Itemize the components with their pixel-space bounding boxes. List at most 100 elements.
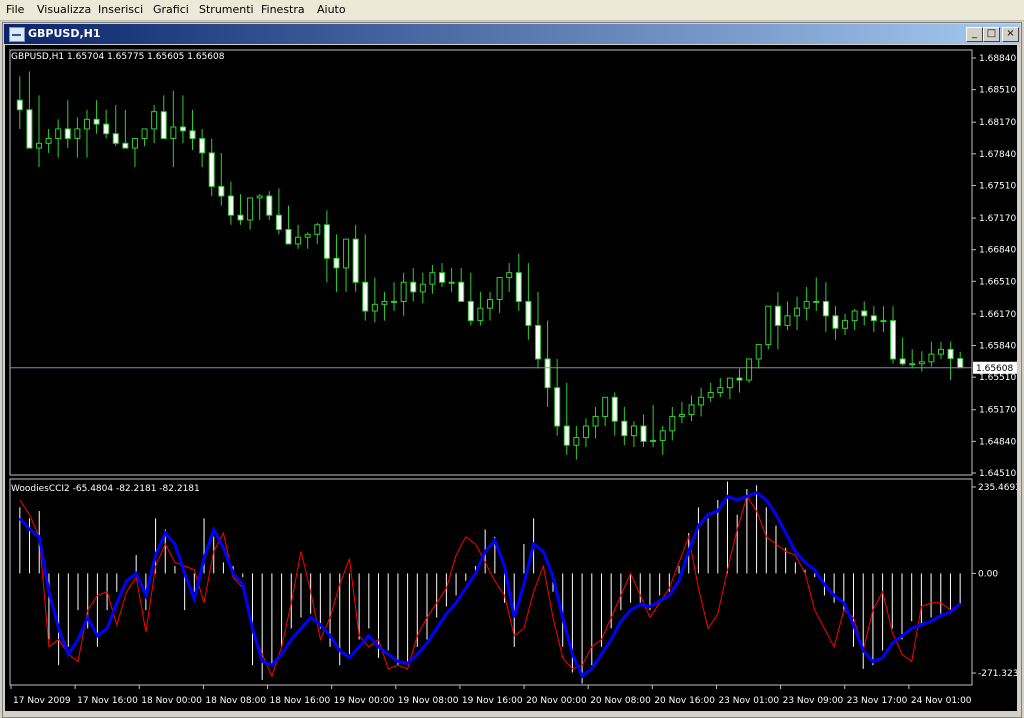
menu-finestra[interactable]: Finestra xyxy=(261,3,305,16)
candle-body xyxy=(851,310,858,322)
candle-body xyxy=(439,272,446,283)
candle-body xyxy=(582,425,589,439)
candle-body xyxy=(160,111,167,140)
candle-body xyxy=(122,142,129,149)
cci-slow-line xyxy=(18,491,962,679)
candle-body xyxy=(93,118,100,125)
candle-body xyxy=(458,281,465,302)
candle-body xyxy=(506,272,513,278)
minimize-button[interactable]: _ xyxy=(966,27,983,42)
candle-body xyxy=(237,214,244,221)
candle-body xyxy=(611,396,618,422)
candle-body xyxy=(669,415,676,432)
candle-body xyxy=(256,195,263,199)
chart-area[interactable]: 1.68840 1.68510 1.68170 1.67840 1.67510 1.671… xyxy=(5,45,1021,711)
maximize-button[interactable]: □ xyxy=(983,27,1000,42)
candle-body xyxy=(698,396,705,406)
candle-body xyxy=(314,224,321,235)
candle-body xyxy=(842,320,849,329)
indicator-axis-label: 235.4693 xyxy=(978,483,1017,493)
price-axis-label: 1.68170 xyxy=(979,118,1016,128)
candle-body xyxy=(707,391,714,398)
candle-body xyxy=(717,387,724,393)
candle-body xyxy=(861,310,868,317)
time-axis-label: 20 Nov 16:00 xyxy=(654,696,715,706)
chart-svg[interactable]: 1.68840 1.68510 1.68170 1.67840 1.67510 1.671… xyxy=(5,45,1021,711)
candle-body xyxy=(323,224,330,259)
time-axis-label: 23 Nov 17:00 xyxy=(847,696,908,706)
candle-body xyxy=(678,414,685,417)
candle-body xyxy=(515,272,522,302)
window-title: GBPUSD,H1 xyxy=(28,27,101,40)
price-axis-label: 1.67510 xyxy=(979,181,1016,191)
candle-body xyxy=(659,430,666,441)
time-axis-label: 23 Nov 09:00 xyxy=(783,696,844,706)
indicator-label: WoodiesCCI2 -65.4804 -82.2181 -82.2181 xyxy=(11,484,200,494)
time-axis-label: 24 Nov 01:00 xyxy=(911,696,972,706)
candle-body xyxy=(602,396,609,417)
candle-body xyxy=(909,363,916,366)
candle-body xyxy=(429,272,436,285)
candle-body xyxy=(563,425,570,446)
candle-body xyxy=(103,123,110,135)
price-axis-label: 1.65840 xyxy=(979,342,1016,352)
time-axis-label: 23 Nov 01:00 xyxy=(718,696,779,706)
price-axis-label: 1.64840 xyxy=(979,437,1016,447)
candle-body xyxy=(640,425,647,442)
time-axis-label: 18 Nov 08:00 xyxy=(205,696,266,706)
candle-body xyxy=(554,387,561,427)
price-axis-label: 1.66170 xyxy=(979,310,1016,320)
candle-body xyxy=(151,111,158,130)
candle-body xyxy=(362,281,369,312)
time-axis-label: 20 Nov 00:00 xyxy=(526,696,587,706)
candle-body xyxy=(131,138,138,149)
candle-body xyxy=(746,358,753,381)
close-button[interactable]: × xyxy=(1002,27,1019,42)
menu-grafici[interactable]: Grafici xyxy=(153,3,189,16)
candle-body xyxy=(774,305,781,326)
candle-body xyxy=(410,281,417,293)
candle-body xyxy=(688,404,695,416)
menu-aiuto[interactable]: Aiuto xyxy=(317,3,346,16)
candle-body xyxy=(247,197,254,221)
indicator-axis-label: 0.00 xyxy=(978,569,998,579)
menu-strumenti[interactable]: Strumenti xyxy=(199,3,254,16)
candle-body xyxy=(26,109,33,149)
candle-body xyxy=(371,303,378,312)
candle-body xyxy=(295,236,302,245)
candle-body xyxy=(496,276,503,301)
menu-file[interactable]: File xyxy=(6,3,24,16)
price-axis-label: 1.64510 xyxy=(979,469,1016,479)
window-titlebar[interactable]: GBPUSD,H1 _ □ × xyxy=(4,24,1020,44)
candle-body xyxy=(400,281,407,302)
time-axis-label: 19 Nov 16:00 xyxy=(462,696,523,706)
candle-body xyxy=(928,353,935,363)
candle-body xyxy=(64,128,71,140)
symbol-ohlc-label: GBPUSD,H1 1.65704 1.65775 1.65605 1.6560… xyxy=(11,52,225,62)
menu-inserisci[interactable]: Inserisci xyxy=(98,3,143,16)
time-axis-label: 17 Nov 2009 xyxy=(13,696,71,706)
candle-body xyxy=(189,130,196,140)
candle-body xyxy=(650,439,657,442)
candle-body xyxy=(477,307,484,322)
candle-body xyxy=(391,300,398,303)
candle-body xyxy=(755,344,762,360)
indicator-axis-label: -271.323 xyxy=(978,669,1017,679)
price-axis-label: 1.66510 xyxy=(979,277,1016,287)
menu-visualizza[interactable]: Visualizza xyxy=(37,3,91,16)
candle-body xyxy=(525,300,532,326)
cci-signal-line xyxy=(19,495,961,678)
candle-body xyxy=(55,128,62,140)
price-axis-label: 1.65170 xyxy=(979,406,1016,416)
candle-body xyxy=(352,238,359,283)
candle-body xyxy=(381,300,388,305)
candle-body xyxy=(266,195,273,216)
candle-body xyxy=(918,361,925,365)
candle-body xyxy=(141,128,148,140)
price-axis-label: 1.68510 xyxy=(979,86,1016,96)
candle-body xyxy=(16,99,23,111)
candle-body xyxy=(35,142,42,149)
candle-body xyxy=(218,185,225,197)
candle-body xyxy=(621,420,628,437)
candle-body xyxy=(285,229,292,245)
